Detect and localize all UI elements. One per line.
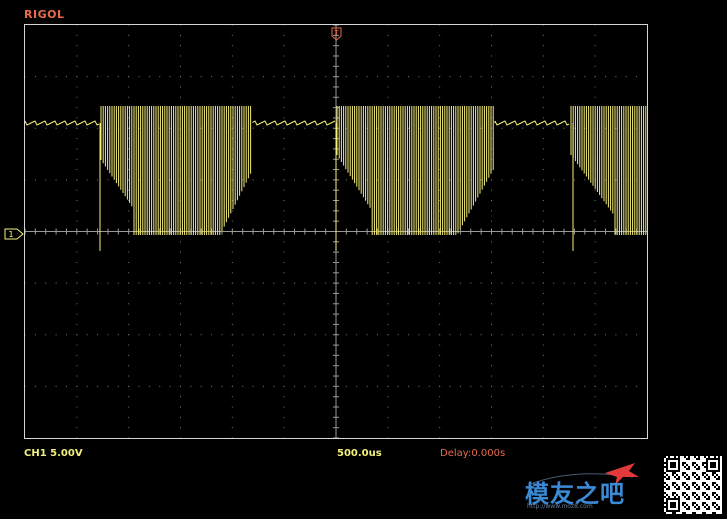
timebase-readout: 500.0us (337, 448, 382, 459)
ch1-ground-marker[interactable]: 1 (4, 228, 24, 240)
trigger-position-marker[interactable]: T (331, 27, 342, 41)
logo-url: http://www.moz8.com (527, 503, 593, 510)
qr-code-icon (664, 456, 722, 514)
trigger-marker-label: T (333, 29, 339, 37)
ch1-waveform-trace (25, 106, 647, 251)
rigol-brand: RIGOL (24, 8, 65, 21)
ch1-marker-label: 1 (8, 230, 13, 239)
delay-readout: Delay:0.000s (440, 448, 506, 459)
waveform-display[interactable] (24, 24, 648, 439)
channel-scale-readout: CH1 5.00V (24, 448, 83, 459)
